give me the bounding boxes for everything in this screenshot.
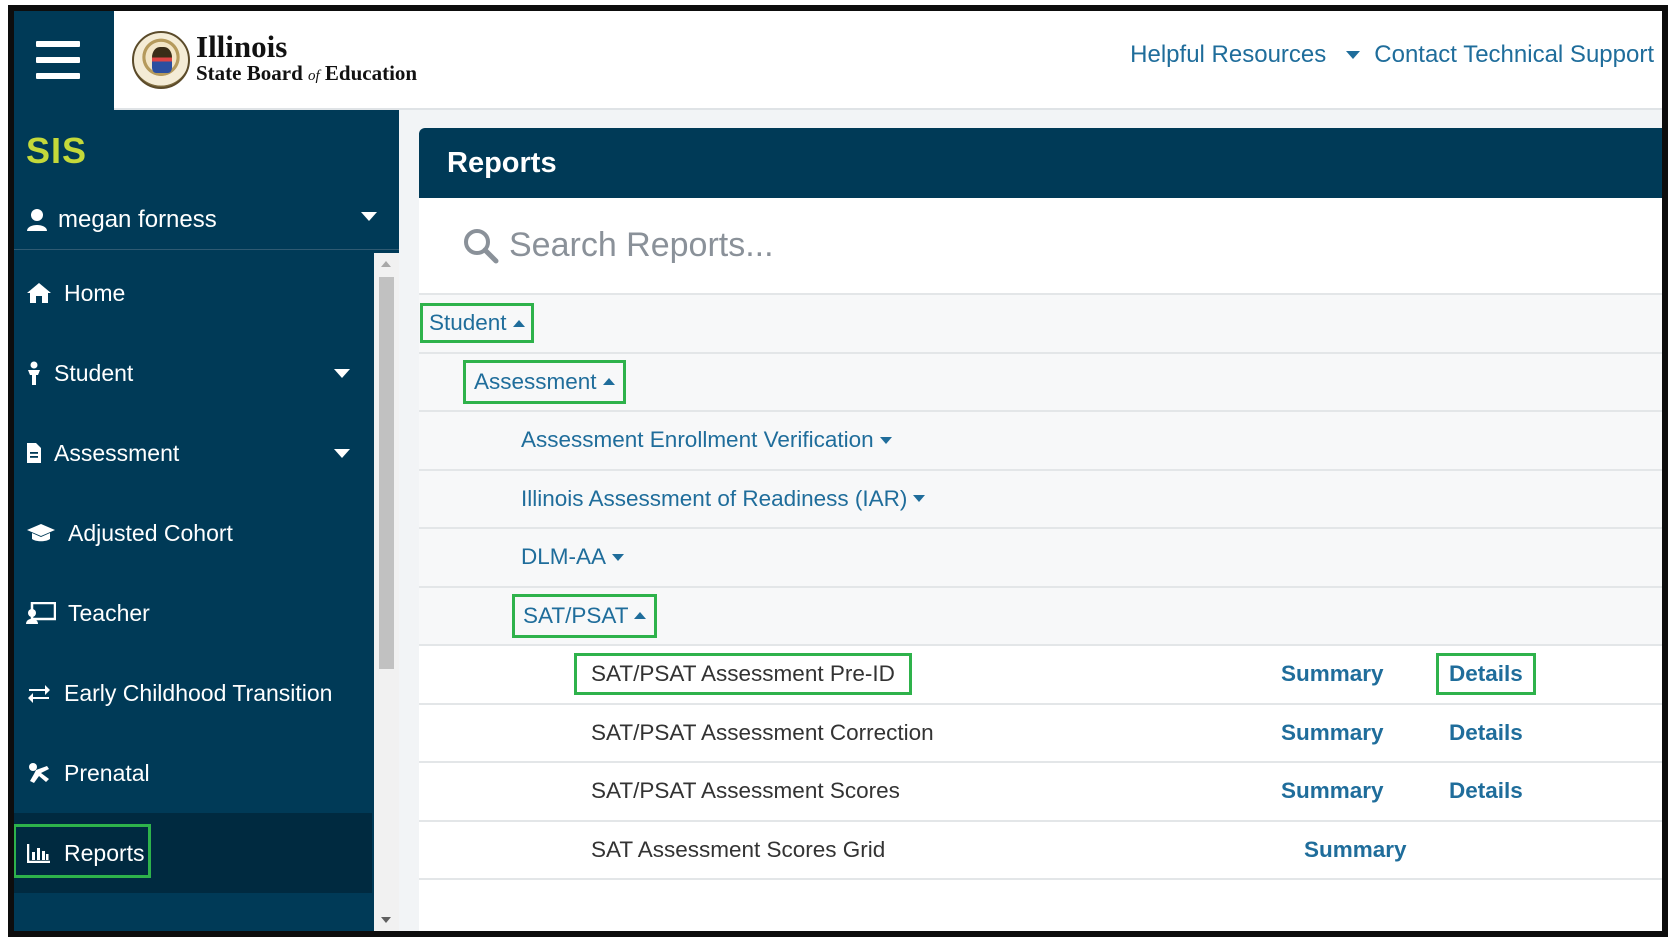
- report-name[interactable]: SAT/PSAT Assessment Pre-ID: [574, 653, 912, 696]
- caret-down-icon: [612, 553, 625, 561]
- search-input[interactable]: [509, 226, 1109, 265]
- details-link[interactable]: Details: [1439, 773, 1533, 809]
- report-tree: Student Assessment Assessment Enrollment…: [419, 295, 1662, 880]
- sidebar-item-label: Assessment: [54, 439, 180, 466]
- sidebar-item-label: Adjusted Cohort: [68, 519, 233, 546]
- report-name[interactable]: SAT/PSAT Assessment Correction: [577, 715, 948, 751]
- caret-up-icon: [634, 612, 647, 620]
- caret-down-icon: [913, 495, 926, 503]
- search-icon: [464, 228, 499, 263]
- reports-panel: Reports Student Assessment Assessment En…: [419, 128, 1662, 931]
- caret-up-icon: [602, 378, 615, 386]
- sidebar-item-label: Home: [64, 279, 126, 306]
- tree-toggle-aev[interactable]: Assessment Enrollment Verification: [515, 423, 898, 457]
- tree-toggle-iar[interactable]: Illinois Assessment of Readiness (IAR): [515, 482, 931, 516]
- user-name: megan forness: [58, 205, 217, 233]
- logo-subtitle: State Board of Education: [196, 60, 418, 85]
- tree-toggle-student[interactable]: Student: [420, 303, 534, 344]
- sidebar-item-label: Student: [54, 359, 134, 386]
- summary-link[interactable]: Summary: [1271, 773, 1394, 809]
- main-content: Reports Student Assessment Assessment En…: [399, 110, 1662, 931]
- baby-icon: [26, 761, 52, 785]
- tree-toggle-dlm[interactable]: DLM-AA: [515, 540, 630, 574]
- report-row: SAT/PSAT Assessment Pre-ID Summary Detai…: [419, 646, 1662, 705]
- tree-row-sat-psat: SAT/PSAT: [419, 587, 1662, 646]
- summary-link[interactable]: Summary: [1294, 832, 1417, 868]
- document-icon: [26, 441, 42, 465]
- scroll-down-arrow-icon[interactable]: [381, 917, 391, 923]
- sidebar-nav: Home Student Assessment Adjusted Cohort …: [14, 253, 372, 931]
- helpful-resources-caret-icon[interactable]: [1346, 51, 1361, 59]
- sidebar-item-early-childhood-transition[interactable]: Early Childhood Transition: [14, 653, 372, 733]
- teacher-icon: [26, 601, 56, 625]
- logo-title: Illinois: [196, 28, 288, 64]
- reports-highlight-box: [14, 824, 151, 878]
- sidebar-item-label: Prenatal: [64, 759, 150, 786]
- summary-link[interactable]: Summary: [1271, 656, 1394, 692]
- search-bar: [419, 198, 1662, 295]
- sidebar: SIS megan forness Home Student Assessmen…: [14, 110, 399, 931]
- tree-toggle-assessment[interactable]: Assessment: [463, 359, 626, 404]
- sidebar-item-reports[interactable]: Reports: [14, 813, 372, 893]
- top-header: Illinois State Board of Education Helpfu…: [14, 11, 1662, 110]
- hamburger-bar: [36, 57, 80, 63]
- exchange-icon: [26, 681, 52, 705]
- user-icon: [27, 208, 47, 231]
- tree-row-student: Student: [419, 295, 1662, 354]
- sidebar-item-label: Teacher: [68, 599, 150, 626]
- isbe-logo[interactable]: Illinois State Board of Education: [132, 27, 417, 93]
- chevron-down-icon: [334, 449, 350, 458]
- sidebar-item-prenatal[interactable]: Prenatal: [14, 733, 372, 813]
- contact-support-link[interactable]: Contact Technical Support: [1374, 41, 1654, 69]
- sidebar-scrollbar[interactable]: [374, 253, 399, 931]
- graduation-cap-icon: [26, 521, 56, 545]
- report-name[interactable]: SAT Assessment Scores Grid: [577, 832, 899, 868]
- user-menu-caret-icon: [361, 212, 377, 221]
- sidebar-item-teacher[interactable]: Teacher: [14, 573, 372, 653]
- top-links: Helpful Resources Contact Technical Supp…: [1130, 41, 1654, 69]
- page-title: Reports: [419, 128, 1662, 198]
- sidebar-item-home[interactable]: Home: [14, 253, 372, 333]
- app-name: SIS: [26, 130, 88, 171]
- app-window: Illinois State Board of Education Helpfu…: [8, 5, 1668, 937]
- scroll-up-arrow-icon[interactable]: [381, 261, 391, 267]
- hamburger-bar: [36, 41, 80, 47]
- chevron-down-icon: [334, 369, 350, 378]
- student-icon: [26, 361, 42, 385]
- hamburger-bar: [36, 73, 80, 79]
- report-row: SAT Assessment Scores Grid Summary: [419, 821, 1662, 880]
- caret-down-icon: [879, 436, 892, 444]
- sidebar-item-assessment[interactable]: Assessment: [14, 413, 372, 493]
- caret-up-icon: [512, 319, 525, 327]
- state-seal-icon: [132, 31, 190, 89]
- tree-row-assessment: Assessment: [419, 353, 1662, 412]
- sidebar-item-label: Early Childhood Transition: [64, 679, 333, 706]
- report-name[interactable]: SAT/PSAT Assessment Scores: [577, 773, 914, 809]
- tree-toggle-sat-psat[interactable]: SAT/PSAT: [511, 593, 658, 638]
- summary-link[interactable]: Summary: [1271, 715, 1394, 751]
- tree-row-aev: Assessment Enrollment Verification: [419, 412, 1662, 471]
- scrollbar-thumb[interactable]: [379, 277, 394, 669]
- sidebar-item-student[interactable]: Student: [14, 333, 372, 413]
- details-link[interactable]: Details: [1439, 715, 1533, 751]
- details-link[interactable]: Details: [1436, 653, 1536, 696]
- user-menu[interactable]: megan forness: [14, 190, 399, 250]
- report-row: SAT/PSAT Assessment Scores Summary Detai…: [419, 763, 1662, 822]
- report-row: SAT/PSAT Assessment Correction Summary D…: [419, 704, 1662, 763]
- sidebar-item-adjusted-cohort[interactable]: Adjusted Cohort: [14, 493, 372, 573]
- helpful-resources-link[interactable]: Helpful Resources: [1130, 41, 1326, 69]
- tree-row-iar: Illinois Assessment of Readiness (IAR): [419, 470, 1662, 529]
- home-icon: [26, 281, 52, 305]
- tree-row-dlm: DLM-AA: [419, 529, 1662, 588]
- menu-toggle-button[interactable]: [14, 11, 114, 110]
